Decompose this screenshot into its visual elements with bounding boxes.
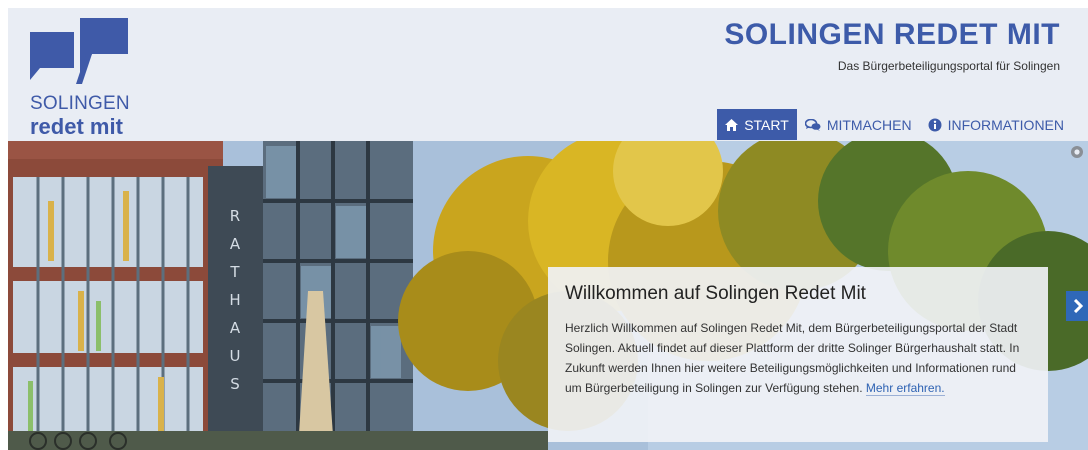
nav-item-label: INFORMATIONEN [947,116,1064,133]
home-icon [725,118,739,131]
chevron-right-icon [1073,299,1083,313]
nav-item-label: START [744,116,789,133]
svg-text:A: A [230,235,241,253]
svg-text:T: T [229,263,240,281]
svg-text:S: S [230,375,240,393]
welcome-body: Herzlich Willkommen auf Solingen Redet M… [565,321,1020,395]
site-logo[interactable]: SOLINGEN redet mit [30,18,150,139]
gear-icon[interactable] [1070,145,1084,159]
svg-text:A: A [230,319,241,337]
main-nav: START MITMACHEN INFORMATIONEN [717,109,1072,140]
svg-text:H: H [229,291,240,309]
nav-item-mitmachen[interactable]: MITMACHEN [797,109,920,140]
page: SOLINGEN redet mit SOLINGEN REDET MIT Da… [8,8,1088,450]
info-icon [928,118,942,132]
slider-next-button[interactable] [1066,291,1088,321]
svg-text:R: R [230,207,240,225]
speech-bubbles-logo-icon [30,18,128,84]
more-link[interactable]: Mehr erfahren. [865,381,945,396]
welcome-title: Willkommen auf Solingen Redet Mit [565,283,866,304]
nav-item-label: MITMACHEN [826,116,912,133]
logo-text-line1: SOLINGEN [30,93,130,114]
logo-text-line2: redet mit [30,114,123,139]
site-title: SOLINGEN REDET MIT [724,18,1060,51]
welcome-box: Willkommen auf Solingen Redet Mit Herzli… [548,267,1048,442]
nav-item-informationen[interactable]: INFORMATIONEN [920,109,1072,140]
welcome-text: Herzlich Willkommen auf Solingen Redet M… [565,318,1032,398]
nav-item-start[interactable]: START [717,109,797,140]
svg-text:U: U [230,347,241,365]
site-subtitle: Das Bürgerbeteiligungsportal für Solinge… [837,59,1060,73]
hero-slider: RA TH AU S Willkommen auf Solingen Redet… [8,141,1088,450]
chat-icon [804,118,821,131]
